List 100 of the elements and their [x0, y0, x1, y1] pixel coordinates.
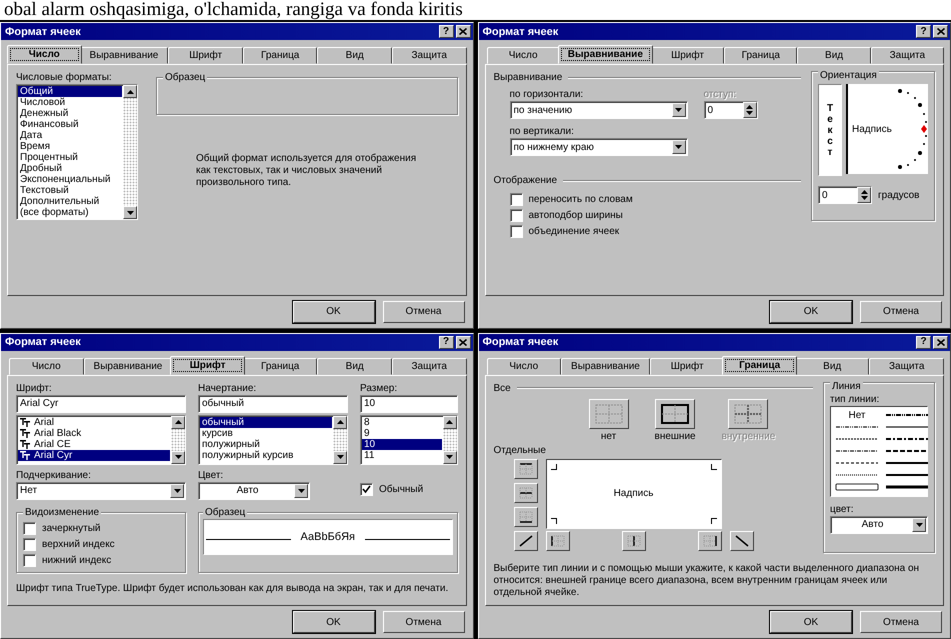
scrollbar[interactable] [123, 85, 137, 219]
tab[interactable]: Число [486, 358, 562, 374]
tab[interactable]: Выравнивание [80, 47, 168, 64]
tab[interactable]: Защита [392, 47, 466, 64]
input-field[interactable]: Arial Cyr [16, 394, 186, 412]
tab[interactable]: Выравнивание [561, 358, 650, 374]
help-button[interactable]: ? [916, 336, 931, 348]
dropdown[interactable]: по нижнему краю [510, 138, 688, 156]
checkbox[interactable] [23, 522, 36, 534]
center-border-button[interactable] [622, 530, 646, 550]
top-border-button[interactable] [514, 458, 538, 478]
list-item[interactable]: Arial Cyr [18, 450, 170, 460]
spinner-arrows-icon[interactable] [857, 187, 871, 203]
list-item[interactable]: Arial [18, 416, 170, 428]
checkbox[interactable] [23, 538, 36, 550]
tab[interactable]: Защита [392, 358, 466, 374]
list-item[interactable]: Текстовый [18, 185, 122, 196]
dialog-button[interactable]: Отмена [382, 611, 464, 633]
tab[interactable]: Защита [869, 358, 944, 374]
line-style-option[interactable] [885, 483, 929, 491]
number-spinner[interactable]: 0 [704, 101, 758, 119]
tab[interactable]: Защита [870, 47, 944, 64]
tab[interactable]: Шрифт [650, 358, 724, 374]
line-style-option[interactable]: Нет [848, 410, 866, 420]
list-item[interactable]: курсив [200, 428, 332, 438]
list-item[interactable]: Arial CE [18, 438, 170, 450]
tab[interactable]: Выравнивание [84, 358, 172, 374]
diagonal-up-border-button[interactable] [514, 530, 538, 550]
list-item[interactable]: полужирный [200, 438, 332, 450]
list-item[interactable]: Время [18, 141, 122, 152]
dialog-button[interactable]: Отмена [860, 300, 942, 322]
help-button[interactable]: ? [438, 25, 454, 38]
tab[interactable]: Число [9, 358, 84, 374]
checkbox[interactable] [510, 193, 522, 206]
list-item[interactable]: 9 [362, 428, 442, 438]
checkbox[interactable] [510, 225, 522, 238]
list-item[interactable]: (все форматы) [18, 207, 122, 218]
dialog-button[interactable]: OK [770, 611, 852, 633]
tab[interactable]: Вид [797, 47, 871, 64]
help-button[interactable]: ? [438, 336, 454, 348]
preset-button[interactable] [655, 398, 696, 428]
scrollbar[interactable] [442, 416, 456, 464]
list-item[interactable]: Дополнительный [18, 196, 122, 207]
spinner-arrows-icon[interactable] [742, 102, 756, 118]
tab[interactable]: Вид [317, 358, 392, 374]
input-field[interactable]: обычный [198, 394, 348, 412]
tab[interactable]: Граница [722, 356, 797, 374]
list-item[interactable]: полужирный курсив [200, 450, 332, 460]
line-style-option[interactable] [885, 435, 929, 443]
tab[interactable]: Число [7, 45, 82, 64]
list-item[interactable]: Дробный [18, 163, 122, 174]
list-item[interactable]: Числовой [18, 97, 122, 108]
tab[interactable]: Шрифт [170, 356, 245, 374]
orientation-dial[interactable]: Надпись [846, 84, 928, 174]
list-item[interactable]: Финансовый [18, 119, 122, 130]
line-style-option[interactable] [885, 459, 929, 467]
tab[interactable]: Число [486, 47, 560, 64]
dialog-button[interactable]: Отмена [860, 611, 942, 633]
list-item[interactable]: Экспоненциальный [18, 174, 122, 185]
help-button[interactable]: ? [916, 25, 931, 38]
close-button[interactable] [933, 25, 948, 38]
dialog-button[interactable]: OK [292, 300, 374, 322]
tab[interactable]: Вид [794, 358, 870, 374]
number-spinner[interactable]: 0 [818, 186, 872, 204]
tab[interactable]: Граница [242, 358, 318, 374]
tab[interactable]: Граница [242, 47, 318, 64]
scrollbar[interactable] [171, 416, 185, 464]
dialog-button[interactable]: OK [292, 611, 374, 633]
left-border-button[interactable] [546, 530, 570, 550]
dialog-button[interactable]: OK [770, 300, 852, 322]
close-button[interactable] [456, 25, 470, 38]
diagonal-down-border-button[interactable] [730, 530, 754, 550]
dropdown[interactable]: Авто [830, 516, 928, 534]
middle-border-button[interactable] [514, 482, 538, 502]
list-item[interactable]: Денежный [18, 108, 122, 119]
list-item[interactable]: Дата [18, 130, 122, 141]
list-item[interactable]: Arial Black [18, 428, 170, 438]
right-border-button[interactable] [698, 530, 722, 550]
checkbox[interactable] [23, 554, 36, 566]
list-item[interactable]: 11 [362, 450, 442, 460]
dropdown[interactable]: по значению [510, 101, 688, 119]
checkbox[interactable] [360, 482, 373, 496]
close-button[interactable] [456, 336, 470, 348]
close-button[interactable] [933, 336, 948, 348]
list-item[interactable]: 10 [362, 438, 442, 450]
dropdown[interactable]: Авто [198, 482, 310, 500]
tab[interactable]: Граница [724, 47, 798, 64]
preset-button[interactable] [728, 398, 768, 428]
list-item[interactable]: обычный [200, 416, 332, 428]
bottom-border-button[interactable] [514, 506, 538, 526]
border-preview[interactable]: Надпись [546, 458, 722, 528]
line-style-option[interactable] [885, 447, 929, 455]
tab[interactable]: Шрифт [168, 47, 243, 64]
preset-button[interactable] [588, 398, 628, 428]
input-field[interactable]: 10 [360, 394, 458, 412]
scrollbar[interactable] [333, 416, 347, 464]
vertical-text-option[interactable]: Текст [818, 84, 842, 176]
tab[interactable]: Вид [317, 47, 392, 64]
tab[interactable]: Шрифт [650, 47, 724, 64]
line-style-option[interactable] [885, 411, 929, 419]
